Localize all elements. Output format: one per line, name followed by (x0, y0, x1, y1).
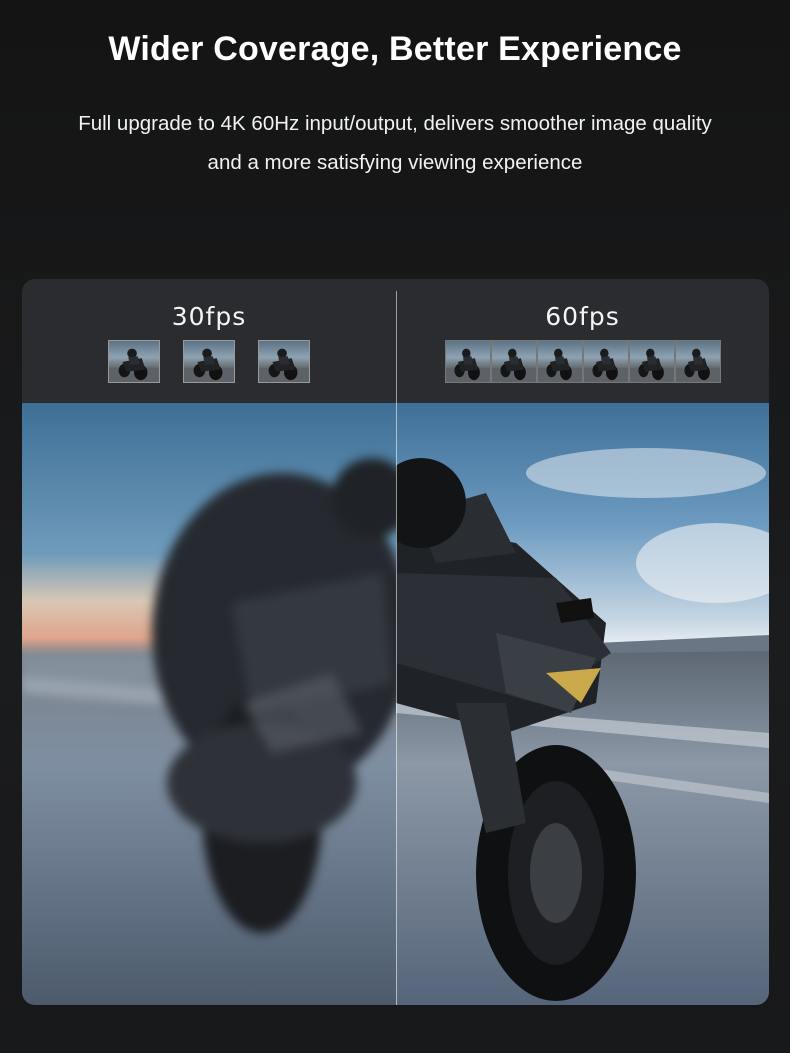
frame-strip-30fps (108, 340, 310, 383)
fps60-frame-thumbnail (490, 340, 537, 383)
panel-header-60fps: 60fps (396, 279, 769, 403)
fps60-frame-thumbnail (582, 340, 629, 383)
motorcycle-image-60fps (396, 403, 769, 1005)
split-divider (396, 291, 397, 1005)
page-subtitle: Full upgrade to 4K 60Hz input/output, de… (20, 104, 770, 182)
fps60-frame-thumbnail (628, 340, 675, 383)
fps-comparison-card: 30fps 60fps (22, 279, 769, 1005)
fps-label-60: 60fps (545, 302, 620, 331)
frame-strip-60fps (444, 340, 721, 383)
fps30-frame-thumbnail (183, 340, 235, 383)
fps60-frame-thumbnail (536, 340, 583, 383)
fps60-frame-thumbnail (444, 340, 491, 383)
motorcycle-image-30fps (22, 403, 396, 1005)
fps30-frame-thumbnail (258, 340, 310, 383)
fps60-frame-thumbnail (674, 340, 721, 383)
panel-header-30fps: 30fps (22, 279, 396, 403)
fps30-frame-thumbnail (108, 340, 160, 383)
page-title: Wider Coverage, Better Experience (108, 30, 682, 68)
subtitle-line-1: Full upgrade to 4K 60Hz input/output, de… (78, 112, 712, 135)
subtitle-line-2: and a more satisfying viewing experience (207, 151, 583, 174)
fps-label-30: 30fps (171, 302, 247, 331)
